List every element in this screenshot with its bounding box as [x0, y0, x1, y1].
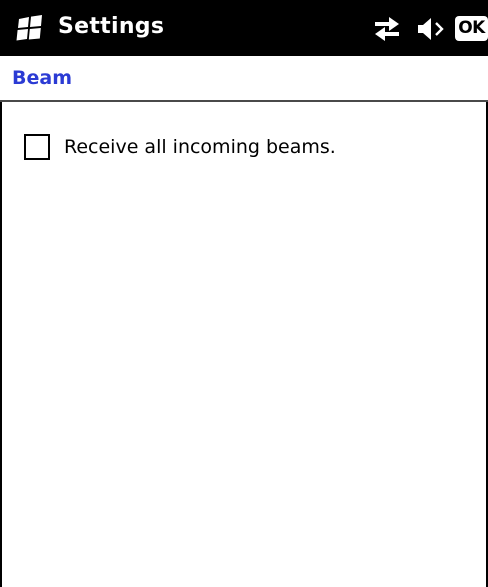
app-title: Settings — [58, 14, 165, 39]
window-frame-left — [0, 56, 2, 587]
ok-button[interactable]: OK — [455, 16, 488, 41]
receive-beams-option[interactable]: Receive all incoming beams. — [22, 133, 462, 161]
connectivity-arrows-icon[interactable] — [372, 16, 402, 42]
header-divider — [0, 100, 488, 102]
windows-flag-icon[interactable] — [16, 15, 44, 41]
ok-label: OK — [458, 18, 485, 38]
speaker-icon[interactable] — [416, 16, 446, 42]
page-title: Beam — [12, 67, 72, 89]
receive-beams-checkbox[interactable] — [24, 134, 50, 160]
settings-screen: Settings OK Beam Receive all incoming be… — [0, 0, 488, 587]
receive-beams-label[interactable]: Receive all incoming beams. — [64, 133, 336, 161]
title-bar: Settings OK — [0, 0, 488, 56]
page-header: Beam — [0, 56, 488, 100]
